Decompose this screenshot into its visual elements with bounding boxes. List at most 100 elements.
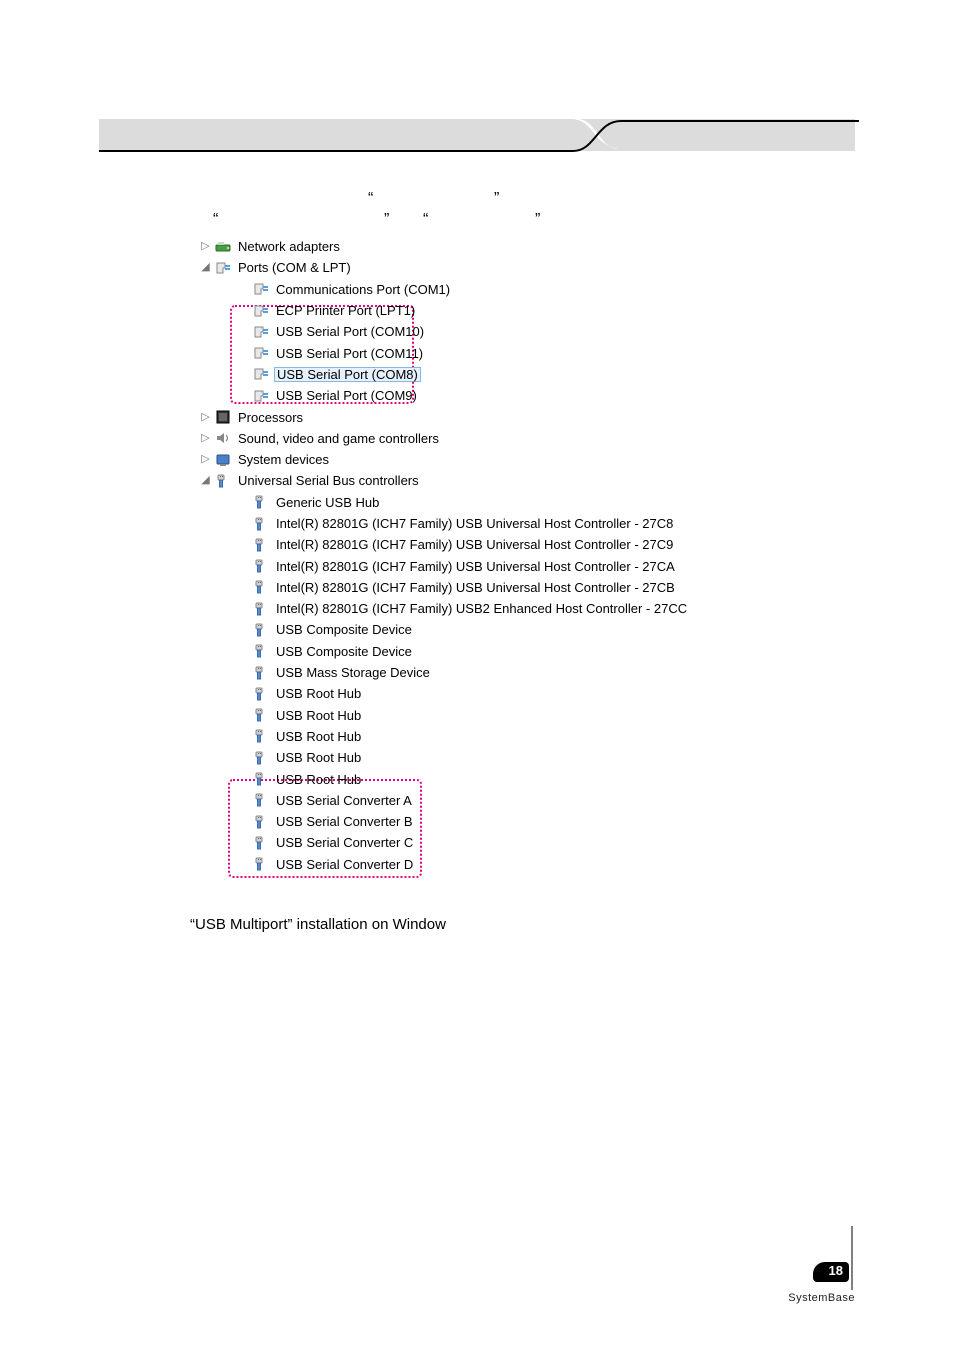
expand-glyph[interactable]: ▷ bbox=[200, 454, 211, 465]
quote-mark: “ bbox=[213, 211, 218, 229]
tree-label: USB Serial Converter A bbox=[276, 794, 412, 807]
port-icon bbox=[252, 388, 270, 404]
usb-icon bbox=[252, 665, 270, 681]
page-header bbox=[99, 119, 855, 151]
port-icon bbox=[252, 281, 270, 297]
tree-item-intel-27ca[interactable]: Intel(R) 82801G (ICH7 Family) USB Univer… bbox=[236, 555, 758, 576]
port-icon bbox=[252, 324, 270, 340]
tree-label: Intel(R) 82801G (ICH7 Family) USB Univer… bbox=[276, 517, 673, 530]
tree-label: USB Serial Port (COM10) bbox=[276, 325, 424, 338]
tree-label: Intel(R) 82801G (ICH7 Family) USB Univer… bbox=[276, 538, 673, 551]
tree-label: Network adapters bbox=[238, 240, 340, 253]
processor-icon bbox=[214, 409, 232, 425]
usb-icon bbox=[252, 622, 270, 638]
tree-item-usb-root-hub-2[interactable]: USB Root Hub bbox=[236, 705, 758, 726]
figure-caption: “USB Multiport” installation on Window bbox=[190, 916, 446, 933]
tree-label: Processors bbox=[238, 411, 303, 424]
footer-rule bbox=[849, 1226, 855, 1290]
tree-label: USB Composite Device bbox=[276, 645, 412, 658]
tree-label: Ports (COM & LPT) bbox=[238, 261, 351, 274]
usb-icon bbox=[252, 771, 270, 787]
tree-item-usb-serial-com8[interactable]: USB Serial Port (COM8) bbox=[236, 364, 758, 385]
tree-item-intel-27c8[interactable]: Intel(R) 82801G (ICH7 Family) USB Univer… bbox=[236, 513, 758, 534]
tree-label: Universal Serial Bus controllers bbox=[238, 474, 419, 487]
tree-label: USB Root Hub bbox=[276, 751, 361, 764]
tree-item-usb-controllers[interactable]: ◢ Universal Serial Bus controllers bbox=[198, 470, 758, 491]
tree-item-usb-root-hub-1[interactable]: USB Root Hub bbox=[236, 683, 758, 704]
tree-item-usb-serial-com11[interactable]: USB Serial Port (COM11) bbox=[236, 342, 758, 363]
expand-glyph[interactable]: ▷ bbox=[200, 412, 211, 423]
usb-icon bbox=[252, 579, 270, 595]
tree-item-network-adapters[interactable]: ▷ Network adapters bbox=[198, 236, 758, 257]
tree-label: Intel(R) 82801G (ICH7 Family) USB Univer… bbox=[276, 581, 675, 594]
tree-item-intel-27c9[interactable]: Intel(R) 82801G (ICH7 Family) USB Univer… bbox=[236, 534, 758, 555]
tree-label: Sound, video and game controllers bbox=[238, 432, 439, 445]
tree-item-usb-mass-storage[interactable]: USB Mass Storage Device bbox=[236, 662, 758, 683]
usb-icon bbox=[252, 750, 270, 766]
tree-item-ports[interactable]: ◢ Ports (COM & LPT) bbox=[198, 257, 758, 278]
quote-mark: ” bbox=[535, 211, 540, 229]
port-icon bbox=[252, 366, 270, 382]
expand-glyph[interactable]: ▷ bbox=[200, 433, 211, 444]
tree-label: USB Serial Converter C bbox=[276, 836, 413, 849]
tree-item-usb-root-hub-5[interactable]: USB Root Hub bbox=[236, 768, 758, 789]
tree-item-usb-serial-conv-d[interactable]: USB Serial Converter D bbox=[236, 854, 758, 875]
tree-label: USB Serial Port (COM9) bbox=[276, 389, 417, 402]
tree-label: Intel(R) 82801G (ICH7 Family) USB2 Enhan… bbox=[276, 602, 687, 615]
expand-glyph[interactable]: ▷ bbox=[200, 241, 211, 252]
usb-icon bbox=[252, 558, 270, 574]
tree-item-usb-serial-conv-c[interactable]: USB Serial Converter C bbox=[236, 832, 758, 853]
tree-item-usb-composite-1[interactable]: USB Composite Device bbox=[236, 619, 758, 640]
tree-item-sound[interactable]: ▷ Sound, video and game controllers bbox=[198, 428, 758, 449]
tree-label: USB Serial Port (COM11) bbox=[276, 347, 423, 360]
tree-item-lpt1[interactable]: ECP Printer Port (LPT1) bbox=[236, 300, 758, 321]
usb-icon bbox=[252, 792, 270, 808]
quote-mark: ” bbox=[494, 190, 499, 208]
usb-icon bbox=[252, 494, 270, 510]
tree-item-intel-27cb[interactable]: Intel(R) 82801G (ICH7 Family) USB Univer… bbox=[236, 577, 758, 598]
tree-item-processors[interactable]: ▷ Processors bbox=[198, 406, 758, 427]
network-adapter-icon bbox=[214, 239, 232, 255]
tree-label: Intel(R) 82801G (ICH7 Family) USB Univer… bbox=[276, 560, 675, 573]
collapse-glyph[interactable]: ◢ bbox=[200, 262, 211, 273]
usb-icon bbox=[252, 516, 270, 532]
tree-item-com1[interactable]: Communications Port (COM1) bbox=[236, 279, 758, 300]
page-number: 18 bbox=[829, 1263, 843, 1278]
tree-label: USB Root Hub bbox=[276, 687, 361, 700]
tree-label: USB Root Hub bbox=[276, 709, 361, 722]
quote-mark: “ bbox=[423, 211, 428, 229]
tree-item-usb-serial-conv-a[interactable]: USB Serial Converter A bbox=[236, 790, 758, 811]
tree-label: Generic USB Hub bbox=[276, 496, 379, 509]
usb-icon bbox=[252, 707, 270, 723]
tree-label: USB Root Hub bbox=[276, 773, 361, 786]
tree-item-usb-serial-conv-b[interactable]: USB Serial Converter B bbox=[236, 811, 758, 832]
tree-item-generic-usb-hub[interactable]: Generic USB Hub bbox=[236, 492, 758, 513]
sound-icon bbox=[214, 430, 232, 446]
usb-icon bbox=[214, 473, 232, 489]
tree-item-usb-serial-com10[interactable]: USB Serial Port (COM10) bbox=[236, 321, 758, 342]
tree-item-usb-serial-com9[interactable]: USB Serial Port (COM9) bbox=[236, 385, 758, 406]
system-device-icon bbox=[214, 452, 232, 468]
tree-label: USB Serial Converter D bbox=[276, 858, 413, 871]
usb-icon bbox=[252, 835, 270, 851]
header-swoosh bbox=[99, 119, 859, 167]
device-manager-tree: ▷ Network adapters ◢ Ports (COM & LPT) C… bbox=[198, 236, 758, 875]
tree-label: USB Composite Device bbox=[276, 623, 412, 636]
tree-item-usb-root-hub-3[interactable]: USB Root Hub bbox=[236, 726, 758, 747]
tree-item-intel-27cc[interactable]: Intel(R) 82801G (ICH7 Family) USB2 Enhan… bbox=[236, 598, 758, 619]
footer-brand: SystemBase bbox=[788, 1292, 855, 1304]
usb-icon bbox=[252, 728, 270, 744]
quote-mark: ” bbox=[384, 211, 389, 229]
usb-icon bbox=[252, 686, 270, 702]
usb-icon bbox=[252, 856, 270, 872]
tree-item-usb-root-hub-4[interactable]: USB Root Hub bbox=[236, 747, 758, 768]
tree-item-usb-composite-2[interactable]: USB Composite Device bbox=[236, 641, 758, 662]
tree-label: System devices bbox=[238, 453, 329, 466]
page-number-badge: 18 bbox=[813, 1262, 849, 1282]
port-icon bbox=[252, 345, 270, 361]
tree-label-selected: USB Serial Port (COM8) bbox=[274, 367, 421, 382]
tree-item-system-devices[interactable]: ▷ System devices bbox=[198, 449, 758, 470]
tree-label: Communications Port (COM1) bbox=[276, 283, 450, 296]
collapse-glyph[interactable]: ◢ bbox=[200, 475, 211, 486]
usb-icon bbox=[252, 537, 270, 553]
